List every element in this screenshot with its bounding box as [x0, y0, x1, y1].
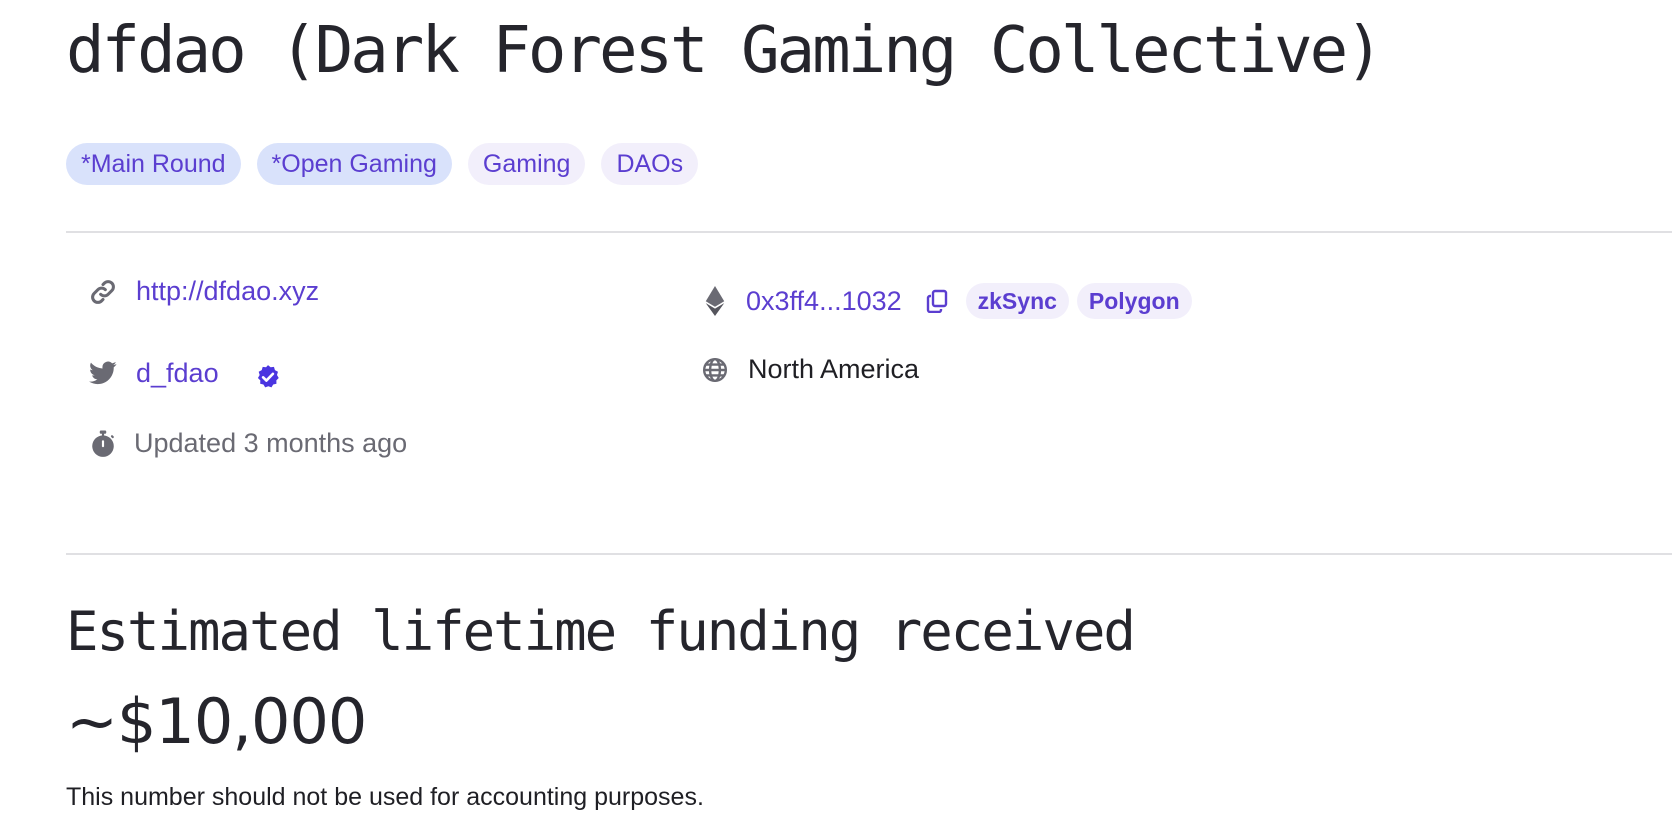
chain-badge-zksync: zkSync: [965, 283, 1069, 319]
category-tag-gaming[interactable]: Gaming: [467, 143, 586, 185]
tag-list: *Main Round *Open Gaming Gaming DAOs: [66, 143, 699, 185]
wallet-row: 0x3ff4...1032 zkSync Polygon: [700, 283, 1192, 319]
wallet-address[interactable]: 0x3ff4...1032: [746, 286, 902, 317]
round-tag-open-gaming[interactable]: *Open Gaming: [256, 143, 452, 185]
region-row: North America: [700, 354, 919, 385]
divider: [66, 231, 1672, 233]
stopwatch-icon: [88, 429, 118, 459]
round-tag-main-round[interactable]: *Main Round: [66, 143, 241, 185]
twitter-icon: [88, 358, 118, 388]
category-tag-daos[interactable]: DAOs: [601, 143, 699, 185]
divider: [66, 553, 1672, 555]
website-link[interactable]: http://dfdao.xyz: [136, 276, 319, 307]
link-icon: [88, 277, 118, 307]
twitter-handle-link[interactable]: d_fdao: [136, 358, 219, 389]
verified-badge-icon: [253, 362, 283, 392]
funding-heading: Estimated lifetime funding received: [66, 600, 1136, 663]
ethereum-icon: [700, 286, 730, 316]
region-text: North America: [748, 354, 920, 384]
copy-icon[interactable]: [922, 286, 952, 316]
globe-icon: [700, 355, 730, 385]
updated-row: Updated 3 months ago: [88, 428, 407, 459]
website-row: http://dfdao.xyz: [88, 276, 319, 307]
funding-disclaimer: This number should not be used for accou…: [66, 783, 704, 811]
twitter-row: d_fdao: [88, 354, 283, 392]
chain-badge-polygon: Polygon: [1076, 283, 1192, 319]
updated-text: Updated 3 months ago: [134, 428, 408, 458]
project-page: dfdao (Dark Forest Gaming Collective) *M…: [66, 0, 1672, 826]
funding-amount: ~$10,000: [66, 685, 367, 758]
project-title: dfdao (Dark Forest Gaming Collective): [66, 14, 1384, 88]
